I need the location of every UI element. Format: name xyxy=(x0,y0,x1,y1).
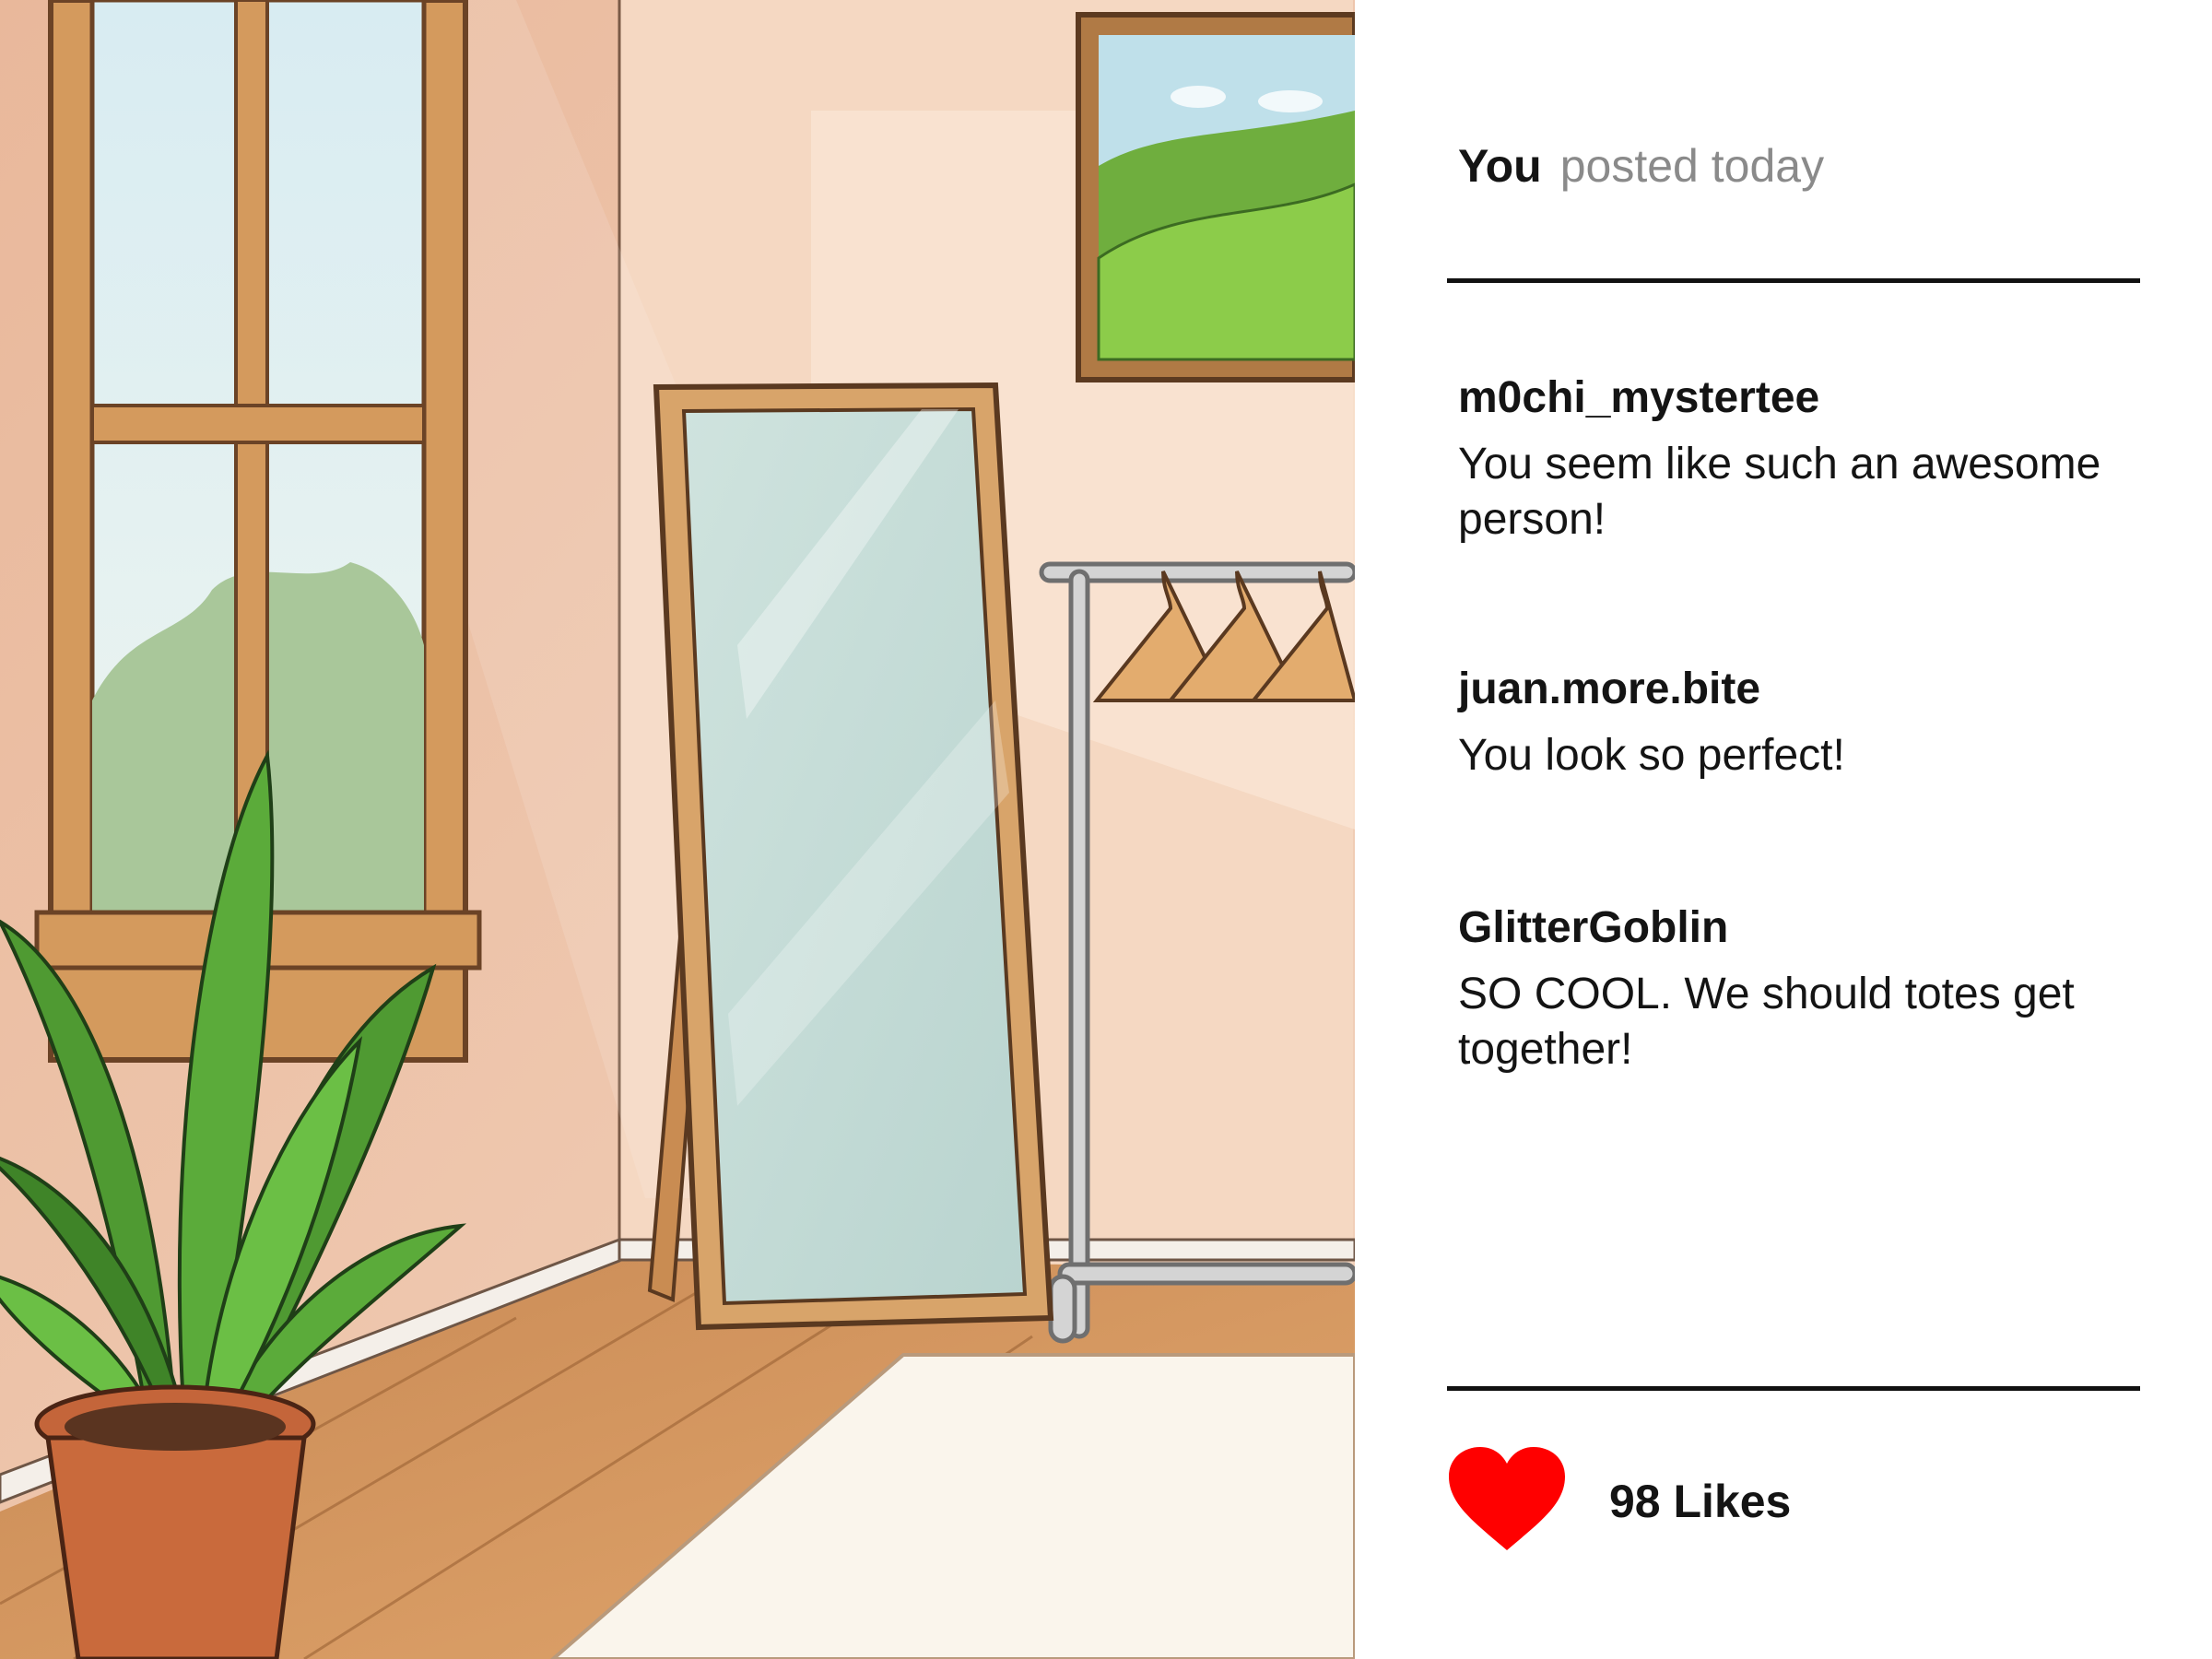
likes-count: 98 Likes xyxy=(1609,1476,1792,1527)
comment-text: SO COOL. We should totes get together! xyxy=(1458,970,2075,1074)
likes-bar: 98 Likes xyxy=(1447,1438,2140,1558)
like-button[interactable] xyxy=(1447,1447,1567,1558)
comment: GlitterGoblin SO COOL. We should totes g… xyxy=(1458,899,2145,1077)
post-timestamp: posted today xyxy=(1559,140,1825,192)
room-illustration xyxy=(0,0,1355,1659)
comment-text: You look so perfect! xyxy=(1458,731,1845,780)
comment-text: You seem like such an awesome person! xyxy=(1458,440,2101,544)
comment: juan.more.bite You look so perfect! xyxy=(1458,660,2145,783)
comment-username[interactable]: GlitterGoblin xyxy=(1458,899,2145,958)
header-divider xyxy=(1447,278,2140,283)
comment: m0chi_mystertee You seem like such an aw… xyxy=(1458,369,2145,547)
post-side-panel: You posted today m0chi_mystertee You seem… xyxy=(1355,0,2212,1659)
post-card: You posted today m0chi_mystertee You seem… xyxy=(0,0,2212,1659)
heart-icon xyxy=(1449,1447,1565,1550)
post-author[interactable]: You xyxy=(1458,140,1542,192)
post-header: You posted today xyxy=(1458,129,1824,203)
post-photo xyxy=(0,0,1355,1659)
footer-divider xyxy=(1447,1386,2140,1391)
comment-username[interactable]: m0chi_mystertee xyxy=(1458,369,2145,428)
comment-username[interactable]: juan.more.bite xyxy=(1458,660,2145,719)
